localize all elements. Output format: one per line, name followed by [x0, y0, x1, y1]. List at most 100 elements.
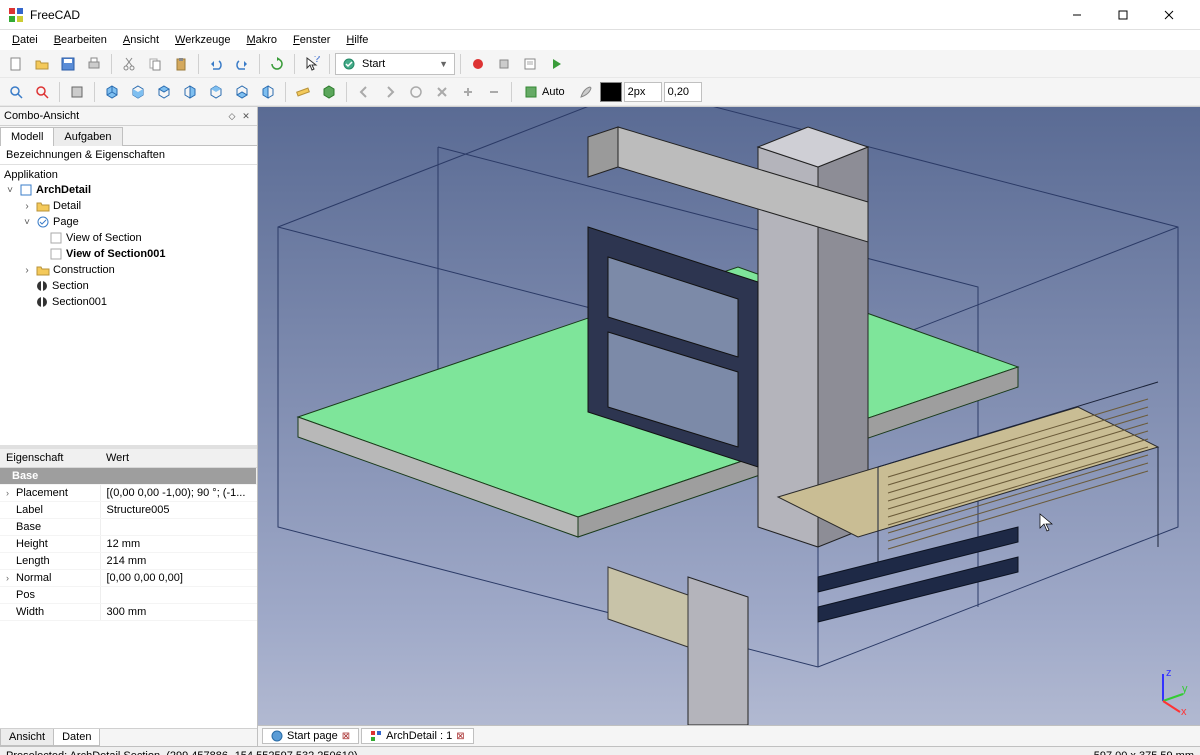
- view-left-icon[interactable]: [256, 80, 280, 104]
- maximize-button[interactable]: [1100, 0, 1146, 30]
- app-logo-icon: [8, 7, 24, 23]
- folder-icon: [36, 199, 50, 213]
- workbench-selector[interactable]: Start ▼: [335, 53, 455, 75]
- status-dimensions: 597.00 x 375.59 mm: [1094, 750, 1194, 755]
- macro-stop-icon[interactable]: [492, 52, 516, 76]
- dropdown-icon: ▼: [439, 59, 448, 69]
- tree-construction: ›Construction: [0, 262, 257, 278]
- minimize-button[interactable]: [1054, 0, 1100, 30]
- zoom-fit-icon[interactable]: [4, 80, 28, 104]
- svg-text:z: z: [1166, 667, 1172, 679]
- menu-ansicht[interactable]: Ansicht: [115, 32, 167, 48]
- nav-stop-icon[interactable]: [430, 80, 454, 104]
- whatsthis-icon[interactable]: ?: [300, 52, 324, 76]
- menu-datei[interactable]: Datei: [4, 32, 46, 48]
- tree-section: Section: [0, 278, 257, 294]
- status-bar: Preselected: ArchDetail.Section. (299.45…: [0, 746, 1200, 755]
- svg-text:y: y: [1182, 683, 1188, 695]
- panel-close-icon[interactable]: ✕: [239, 109, 253, 123]
- axis-gizmo[interactable]: z y x: [1138, 666, 1188, 716]
- prop-normal[interactable]: ›Normal[0,00 0,00 0,00]: [0, 570, 257, 587]
- section-icon: [35, 295, 49, 309]
- view-tab-start[interactable]: Start page ⊠: [262, 728, 359, 744]
- status-preselect: Preselected: ArchDetail.Section. (299.45…: [6, 750, 358, 755]
- part-icon[interactable]: [317, 80, 341, 104]
- cursor-icon: [1040, 514, 1052, 531]
- draft-value-input[interactable]: [664, 82, 702, 102]
- view-icon: [49, 247, 63, 261]
- combo-view-title: Combo-Ansicht: [4, 110, 225, 122]
- tab-close-icon[interactable]: ⊠: [342, 731, 350, 742]
- window-titlebar: FreeCAD: [0, 0, 1200, 30]
- view-iso-icon[interactable]: [100, 80, 124, 104]
- prop-label[interactable]: LabelStructure005: [0, 502, 257, 519]
- measure-icon[interactable]: [291, 80, 315, 104]
- zoom-selection-icon[interactable]: [30, 80, 54, 104]
- view-bottom-icon[interactable]: [230, 80, 254, 104]
- refresh-icon[interactable]: [265, 52, 289, 76]
- globe-icon: [271, 730, 283, 742]
- tree-app-label: Applikation: [0, 168, 257, 182]
- print-icon[interactable]: [82, 52, 106, 76]
- cut-icon[interactable]: [117, 52, 141, 76]
- app-logo-icon: [370, 730, 382, 742]
- document-icon: [19, 183, 33, 197]
- paste-icon[interactable]: [169, 52, 193, 76]
- nav-fwd-icon[interactable]: [378, 80, 402, 104]
- view-top-icon[interactable]: [152, 80, 176, 104]
- draft-auto-button[interactable]: Auto: [517, 80, 572, 104]
- open-file-icon[interactable]: [30, 52, 54, 76]
- prop-width[interactable]: Width300 mm: [0, 604, 257, 621]
- view-right-icon[interactable]: [178, 80, 202, 104]
- prop-base[interactable]: Base: [0, 519, 257, 536]
- view-front-icon[interactable]: [126, 80, 150, 104]
- prop-pos[interactable]: Pos: [0, 587, 257, 604]
- prop-length[interactable]: Length214 mm: [0, 553, 257, 570]
- draw-style-icon[interactable]: [65, 80, 89, 104]
- macro-list-icon[interactable]: [518, 52, 542, 76]
- macro-run-icon[interactable]: [544, 52, 568, 76]
- redo-icon[interactable]: [230, 52, 254, 76]
- zoom-in-icon[interactable]: [456, 80, 480, 104]
- prop-height[interactable]: Height12 mm: [0, 536, 257, 553]
- section-icon: [35, 279, 49, 293]
- combo-view-panel: Combo-Ansicht ◇ ✕ Modell Aufgaben Bezeic…: [0, 107, 258, 746]
- tab-close-icon[interactable]: ⊠: [456, 731, 464, 742]
- model-tree[interactable]: Applikation ˅ArchDetail ›Detail ˅Page Vi…: [0, 165, 257, 445]
- line-width-input[interactable]: [624, 82, 662, 102]
- tab-ansicht[interactable]: Ansicht: [0, 729, 54, 746]
- view-tab-doc[interactable]: ArchDetail : 1 ⊠: [361, 728, 473, 744]
- close-button[interactable]: [1146, 0, 1192, 30]
- prop-placement[interactable]: ›Placement[(0,00 0,00 -1,00); 90 °; (-1.…: [0, 485, 257, 502]
- viewport-tabs: Start page ⊠ ArchDetail : 1 ⊠: [258, 725, 1200, 746]
- view-rear-icon[interactable]: [204, 80, 228, 104]
- tab-aufgaben[interactable]: Aufgaben: [53, 127, 122, 146]
- tree-page: ˅Page: [0, 214, 257, 230]
- nav-reload-icon[interactable]: [404, 80, 428, 104]
- nav-back-icon[interactable]: [352, 80, 376, 104]
- save-icon[interactable]: [56, 52, 80, 76]
- panel-float-icon[interactable]: ◇: [225, 109, 239, 123]
- new-file-icon[interactable]: [4, 52, 28, 76]
- 3d-viewport[interactable]: z y x Start page ⊠ ArchDetail : 1 ⊠: [258, 107, 1200, 746]
- zoom-out-icon[interactable]: [482, 80, 506, 104]
- svg-text:x: x: [1181, 706, 1187, 716]
- menu-makro[interactable]: Makro: [238, 32, 285, 48]
- tree-header: Bezeichnungen & Eigenschaften: [0, 146, 257, 165]
- tab-daten[interactable]: Daten: [53, 729, 100, 746]
- copy-icon[interactable]: [143, 52, 167, 76]
- menu-fenster[interactable]: Fenster: [285, 32, 338, 48]
- menu-werkzeuge[interactable]: Werkzeuge: [167, 32, 238, 48]
- draft-color-icon[interactable]: [574, 80, 598, 104]
- menu-bearbeiten[interactable]: Bearbeiten: [46, 32, 115, 48]
- undo-icon[interactable]: [204, 52, 228, 76]
- menu-hilfe[interactable]: Hilfe: [338, 32, 376, 48]
- tab-modell[interactable]: Modell: [0, 127, 54, 146]
- macro-record-icon[interactable]: [466, 52, 490, 76]
- folder-icon: [36, 263, 50, 277]
- tree-doc: ˅ArchDetail: [0, 182, 257, 198]
- toolbar-area: ? Start ▼: [0, 50, 1200, 107]
- line-color-swatch[interactable]: [600, 82, 622, 102]
- tree-section001: Section001: [0, 294, 257, 310]
- tree-view-section: View of Section: [0, 230, 257, 246]
